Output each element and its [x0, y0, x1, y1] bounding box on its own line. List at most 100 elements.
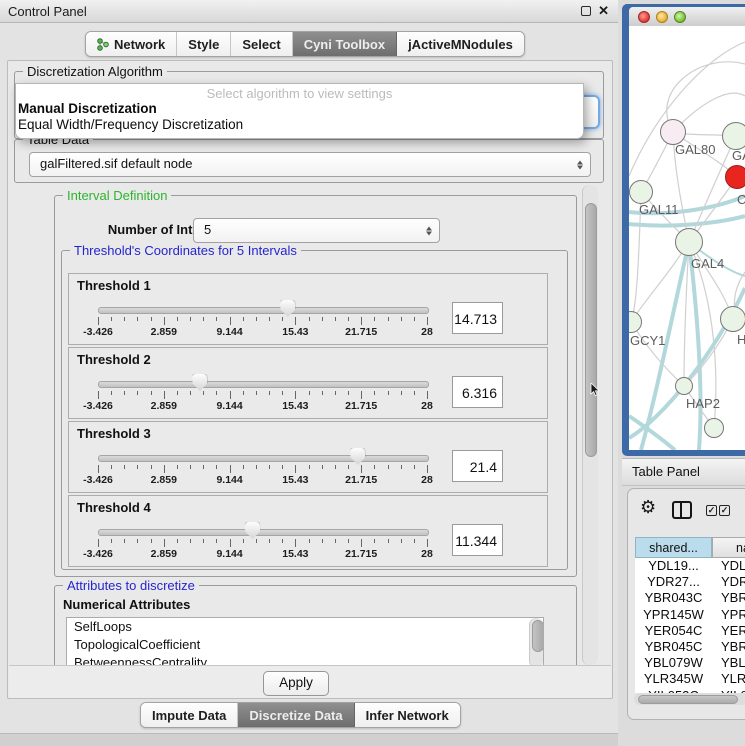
tab-style[interactable]: Style: [177, 32, 231, 56]
slider-ticks: [98, 465, 427, 474]
column-header-na[interactable]: na: [712, 537, 745, 558]
tick-label: 9.144: [216, 400, 242, 412]
column-header-shared-[interactable]: shared...: [635, 537, 712, 558]
table-cell: YBR0: [712, 639, 745, 655]
slider-thumb[interactable]: [192, 374, 207, 391]
attribute-item-topologicalcoefficient[interactable]: TopologicalCoefficient: [67, 636, 543, 654]
maximize-window-icon[interactable]: [674, 11, 686, 23]
table-cell: YLR3: [712, 671, 745, 687]
close-window-icon[interactable]: [638, 11, 650, 23]
tick-mark: [177, 465, 178, 469]
apply-button[interactable]: Apply: [263, 671, 329, 696]
split-columns-icon[interactable]: [672, 501, 692, 519]
tick-mark: [361, 391, 362, 399]
threshold-value-field[interactable]: 21.4: [452, 450, 503, 482]
network-node[interactable]: [704, 418, 724, 438]
table-row[interactable]: YBR045CYBR0: [635, 639, 745, 655]
tick-mark: [256, 391, 257, 395]
attributes-scrollbar-thumb[interactable]: [532, 620, 544, 652]
table-row[interactable]: YBR043CYBR0: [635, 590, 745, 606]
tick-label: 28: [421, 400, 433, 412]
network-node[interactable]: [722, 122, 745, 150]
tick-label: 21.715: [345, 548, 377, 560]
tick-mark: [111, 317, 112, 321]
tick-mark: [151, 317, 152, 321]
numerical-attributes-list[interactable]: SelfLoopsTopologicalCoefficientBetweenne…: [66, 617, 544, 665]
tick-mark: [243, 465, 244, 469]
table-row[interactable]: YDL19...YDL1: [635, 558, 745, 574]
tick-mark: [361, 317, 362, 325]
checkbox-icon[interactable]: ✓: [719, 505, 730, 516]
settings-scrollbar[interactable]: [582, 185, 598, 665]
slider-thumb[interactable]: [280, 300, 295, 317]
network-canvas[interactable]: GAL80GACGAL11GAL4GCY1HHAP2: [629, 26, 745, 450]
tick-mark: [216, 539, 217, 543]
tick-mark: [427, 465, 428, 473]
network-node-red[interactable]: [725, 165, 745, 189]
control-panel-content: Discretization Algorithm Select algorith…: [7, 60, 613, 699]
network-node[interactable]: [675, 377, 693, 395]
tick-mark: [137, 465, 138, 469]
tab-discretize-data[interactable]: Discretize Data: [238, 703, 354, 727]
slider-thumb[interactable]: [245, 522, 260, 539]
network-node[interactable]: [629, 180, 653, 204]
table-row[interactable]: YLR345WYLR3: [635, 671, 745, 687]
checkbox-icon[interactable]: ✓: [706, 505, 717, 516]
tick-label: 9.144: [216, 326, 242, 338]
tick-label: -3.426: [83, 474, 113, 486]
tick-mark: [335, 539, 336, 543]
slider-thumb[interactable]: [350, 448, 365, 465]
close-icon[interactable]: ✕: [598, 3, 609, 19]
table-hscrollbar-thumb[interactable]: [638, 695, 738, 704]
table-cell: YBR043C: [635, 590, 712, 606]
threshold-value-field[interactable]: 14.713: [452, 302, 503, 334]
slider-track[interactable]: [98, 381, 429, 388]
tick-mark: [427, 391, 428, 399]
popup-item-equal-width-frequency-discretization[interactable]: Equal Width/Frequency Discretization: [16, 117, 583, 133]
network-node[interactable]: [720, 306, 745, 332]
minimize-window-icon[interactable]: [656, 11, 668, 23]
num-intervals-combobox[interactable]: 5: [193, 218, 440, 243]
network-node[interactable]: [675, 228, 703, 256]
tick-mark: [388, 317, 389, 321]
threshold-value-field[interactable]: 11.344: [452, 524, 503, 556]
tab-cyni-toolbox[interactable]: Cyni Toolbox: [293, 32, 397, 56]
tick-label: 2.859: [151, 474, 177, 486]
slider-track[interactable]: [98, 455, 429, 462]
tab-label: Impute Data: [152, 708, 226, 723]
threshold-value-field[interactable]: 6.316: [452, 376, 503, 408]
network-window: GAL80GACGAL11GAL4GCY1HHAP2: [622, 4, 745, 456]
slider-track[interactable]: [98, 529, 429, 536]
tick-label: 9.144: [216, 474, 242, 486]
node-table[interactable]: shared...na YDL19...YDL1YDR27...YDR2YBR0…: [635, 537, 745, 693]
tick-mark: [295, 465, 296, 473]
table-row[interactable]: YBL079WYBL0: [635, 655, 745, 671]
tab-jactivemnodules[interactable]: jActiveMNodules: [397, 32, 524, 56]
popup-item-list: Manual DiscretizationEqual Width/Frequen…: [16, 101, 583, 133]
float-icon[interactable]: [581, 6, 591, 16]
tab-network[interactable]: Network: [86, 32, 177, 56]
tick-mark: [111, 465, 112, 469]
settings-scrollbar-thumb[interactable]: [585, 203, 597, 457]
table-hscrollbar[interactable]: [634, 693, 745, 705]
tick-mark: [401, 465, 402, 469]
tab-infer-network[interactable]: Infer Network: [355, 703, 460, 727]
tick-mark: [335, 391, 336, 395]
tab-select[interactable]: Select: [231, 32, 292, 56]
attribute-item-betweennesscentrality[interactable]: BetweennessCentrality: [67, 654, 543, 665]
table-data-combobox[interactable]: galFiltered.sif default node: [29, 152, 591, 177]
gear-icon[interactable]: ⚙: [640, 497, 656, 518]
table-cell: YER054C: [635, 623, 712, 639]
table-row[interactable]: YER054CYER0: [635, 623, 745, 639]
tick-mark: [322, 465, 323, 469]
tick-mark: [414, 539, 415, 543]
attribute-item-selfloops[interactable]: SelfLoops: [67, 618, 543, 636]
popup-item-manual-discretization[interactable]: Manual Discretization: [16, 101, 583, 117]
tab-impute-data[interactable]: Impute Data: [141, 703, 238, 727]
tick-mark: [230, 539, 231, 547]
attributes-scrollbar[interactable]: [529, 618, 543, 665]
table-row[interactable]: YPR145WYPR1: [635, 607, 745, 623]
slider-track[interactable]: [98, 307, 429, 314]
table-row[interactable]: YDR27...YDR2: [635, 574, 745, 590]
tick-mark: [243, 317, 244, 321]
